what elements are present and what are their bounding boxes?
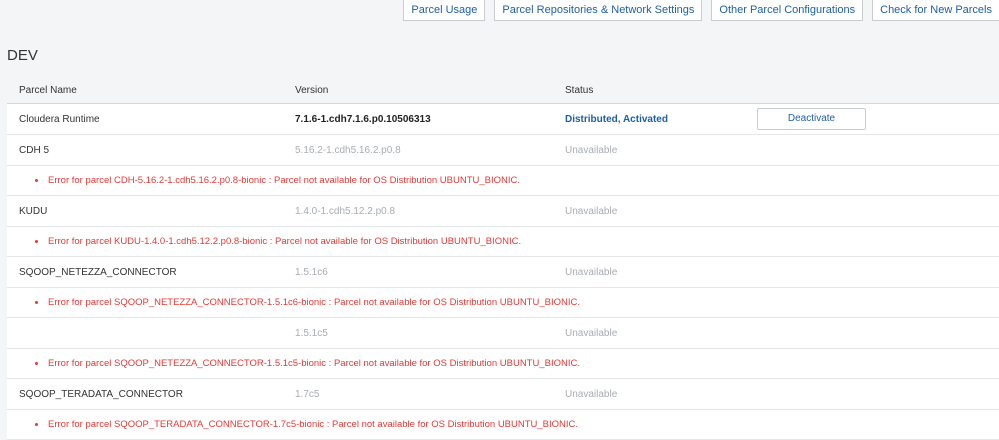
table-row: 1.5.1c5 Unavailable — [7, 318, 999, 349]
parcel-version: 5.16.2-1.cdh5.16.2.p0.8 — [295, 144, 401, 156]
parcel-name: Cloudera Runtime — [19, 113, 100, 125]
error-row: Error for parcel SQOOP_NETEZZA_CONNECTOR… — [7, 288, 999, 318]
bullet-icon — [35, 301, 38, 304]
table-row: SQOOP_TERADATA_CONNECTOR 1.7c5 Unavailab… — [7, 379, 999, 410]
bullet-icon — [35, 362, 38, 365]
error-message: Error for parcel SQOOP_TERADATA_CONNECTO… — [48, 419, 579, 430]
parcel-repositories-button[interactable]: Parcel Repositories & Network Settings — [494, 0, 703, 21]
table-row: Cloudera Runtime 7.1.6-1.cdh7.1.6.p0.105… — [7, 104, 999, 135]
parcel-status: Unavailable — [565, 144, 618, 156]
parcel-status: Unavailable — [565, 266, 618, 278]
parcel-name: CDH 5 — [19, 144, 50, 156]
parcel-version: 1.4.0-1.cdh5.12.2.p0.8 — [295, 205, 396, 217]
parcel-version: 1.5.1c6 — [295, 266, 328, 278]
other-parcel-configurations-button[interactable]: Other Parcel Configurations — [711, 0, 864, 21]
cluster-title: DEV — [7, 47, 38, 64]
table-row: SQOOP_NETEZZA_CONNECTOR 1.5.1c6 Unavaila… — [7, 257, 999, 288]
header-version: Version — [295, 84, 329, 96]
error-row: Error for parcel CDH-5.16.2-1.cdh5.16.2.… — [7, 166, 999, 196]
parcel-name: SQOOP_TERADATA_CONNECTOR — [19, 388, 183, 400]
deactivate-button[interactable]: Deactivate — [757, 108, 866, 130]
bullet-icon — [35, 240, 38, 243]
error-message: Error for parcel KUDU-1.4.0-1.cdh5.12.2.… — [48, 236, 522, 247]
bullet-icon — [35, 179, 38, 182]
error-row: Error for parcel SQOOP_TERADATA_CONNECTO… — [7, 410, 999, 440]
error-row: Error for parcel KUDU-1.4.0-1.cdh5.12.2.… — [7, 227, 999, 257]
table-row: CDH 5 5.16.2-1.cdh5.16.2.p0.8 Unavailabl… — [7, 135, 999, 166]
parcel-toolbar: Parcel Usage Parcel Repositories & Netwo… — [403, 0, 999, 21]
bullet-icon — [35, 423, 38, 426]
header-status: Status — [565, 84, 594, 96]
parcel-name: KUDU — [19, 205, 48, 217]
error-row: Error for parcel SQOOP_NETEZZA_CONNECTOR… — [7, 349, 999, 379]
table-row: KUDU 1.4.0-1.cdh5.12.2.p0.8 Unavailable — [7, 196, 999, 227]
parcel-status: Distributed, Activated — [565, 113, 668, 125]
error-message: Error for parcel SQOOP_NETEZZA_CONNECTOR… — [48, 358, 580, 369]
parcel-usage-button[interactable]: Parcel Usage — [403, 0, 486, 21]
parcel-name: SQOOP_NETEZZA_CONNECTOR — [19, 266, 177, 278]
parcel-version: 1.5.1c5 — [295, 327, 328, 339]
parcel-version: 7.1.6-1.cdh7.1.6.p0.10506313 — [295, 113, 431, 125]
parcels-table: Parcel Name Version Status Cloudera Runt… — [7, 77, 999, 440]
error-message: Error for parcel SQOOP_NETEZZA_CONNECTOR… — [48, 297, 580, 308]
parcel-status: Unavailable — [565, 327, 618, 339]
table-header: Parcel Name Version Status — [7, 77, 999, 104]
parcel-status: Unavailable — [565, 205, 618, 217]
error-message: Error for parcel CDH-5.16.2-1.cdh5.16.2.… — [48, 175, 521, 186]
header-parcel-name: Parcel Name — [19, 84, 77, 96]
parcel-status: Unavailable — [565, 388, 618, 400]
check-new-parcels-button[interactable]: Check for New Parcels — [872, 0, 999, 21]
parcel-version: 1.7c5 — [295, 388, 320, 400]
